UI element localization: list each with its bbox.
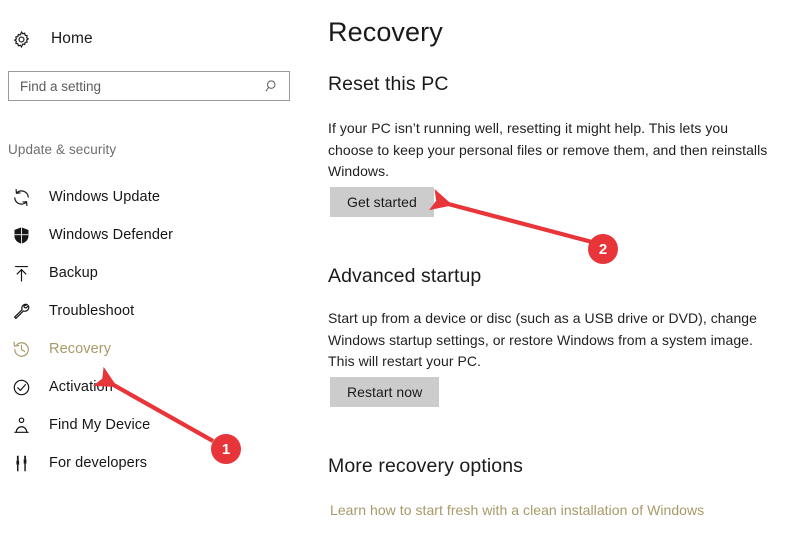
shield-icon: [10, 224, 32, 246]
sidebar-nav-list: Windows Update Windows Defender Backup T…: [0, 178, 310, 482]
wrench-icon: [10, 300, 32, 322]
sidebar: Home Find a setting Update & security Wi…: [0, 0, 310, 535]
check-circle-icon: [10, 376, 32, 398]
sidebar-item-label: For developers: [49, 455, 148, 471]
sidebar-item-label: Troubleshoot: [49, 303, 135, 319]
sidebar-item-label: Find My Device: [49, 417, 151, 433]
get-started-button[interactable]: Get started: [330, 187, 434, 217]
search-placeholder: Find a setting: [20, 78, 102, 94]
more-recovery-options-heading: More recovery options: [328, 455, 524, 477]
restart-now-button[interactable]: Restart now: [330, 377, 440, 407]
advanced-startup-heading: Advanced startup: [328, 265, 482, 287]
main-content: Recovery Reset this PC If your PC isn’t …: [328, 0, 800, 535]
sidebar-item-windows-defender[interactable]: Windows Defender: [0, 216, 310, 254]
sidebar-item-label: Windows Defender: [49, 227, 174, 243]
sidebar-item-activation[interactable]: Activation: [0, 368, 310, 406]
sidebar-item-label: Activation: [49, 379, 113, 395]
sidebar-item-for-developers[interactable]: For developers: [0, 444, 310, 482]
sidebar-item-home[interactable]: Home: [8, 25, 93, 53]
advanced-startup-description: Start up from a device or disc (such as …: [328, 310, 757, 369]
page-title: Recovery: [328, 17, 443, 47]
person-locator-icon: [10, 414, 32, 436]
settings-window: Home Find a setting Update & security Wi…: [0, 0, 800, 535]
search-icon[interactable]: [265, 79, 280, 94]
sidebar-item-windows-update[interactable]: Windows Update: [0, 178, 310, 216]
sidebar-item-backup[interactable]: Backup: [0, 254, 310, 292]
clock-history-icon: [10, 338, 32, 360]
sidebar-item-label: Recovery: [49, 341, 112, 357]
sidebar-item-label: Windows Update: [49, 189, 161, 205]
clean-installation-link[interactable]: Learn how to start fresh with a clean in…: [330, 502, 704, 518]
sync-icon: [10, 186, 32, 208]
sidebar-item-find-my-device[interactable]: Find My Device: [0, 406, 310, 444]
sidebar-item-troubleshoot[interactable]: Troubleshoot: [0, 292, 310, 330]
reset-pc-description: If your PC isn’t running well, resetting…: [328, 120, 768, 179]
upload-arrow-icon: [10, 262, 32, 284]
developer-tools-icon: [10, 452, 32, 474]
sidebar-section-label: Update & security: [8, 142, 117, 157]
sidebar-item-recovery[interactable]: Recovery: [0, 330, 310, 368]
reset-pc-heading: Reset this PC: [328, 73, 449, 95]
sidebar-home-label: Home: [51, 30, 93, 47]
search-input[interactable]: Find a setting: [8, 71, 290, 101]
sidebar-item-label: Backup: [49, 265, 98, 281]
gear-icon: [10, 28, 32, 50]
